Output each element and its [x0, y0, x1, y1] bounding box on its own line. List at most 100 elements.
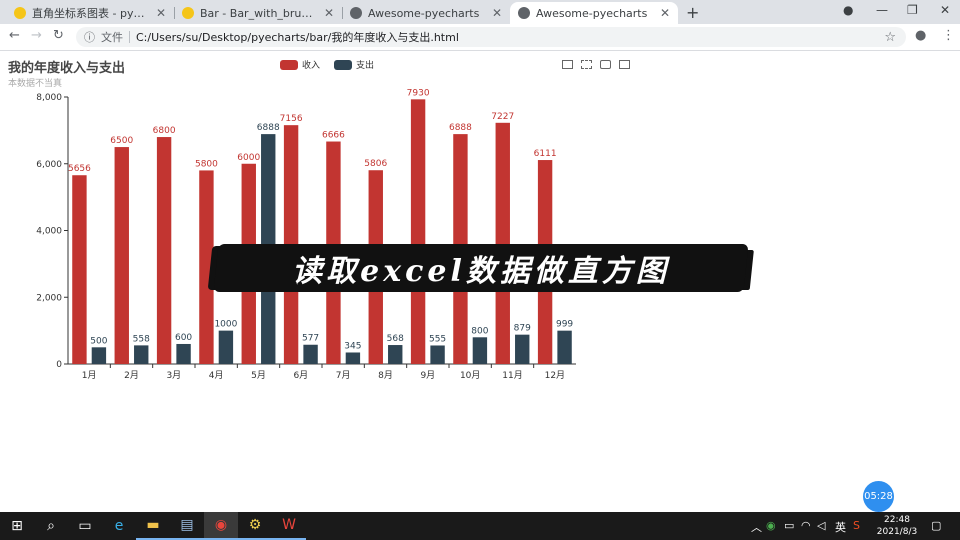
bar-expense	[430, 345, 445, 364]
data-label: 879	[514, 324, 531, 334]
bar-expense	[515, 334, 530, 364]
browser-toolbar: ← → ↻ ⓘ 文件 C:/Users/su/Desktop/pyecharts…	[0, 24, 960, 51]
wps-icon[interactable]: W	[272, 512, 306, 540]
tab-title: Bar - Bar_with_brush - Docume	[200, 6, 318, 20]
bar-expense	[472, 337, 488, 364]
task-view-icon[interactable]: ▭	[68, 512, 102, 540]
sogou-ime-icon[interactable]: S	[853, 519, 860, 532]
divider	[129, 31, 130, 43]
tab-title: 直角坐标系图表 - pyecharts - A	[32, 7, 150, 20]
tab-0[interactable]: 直角坐标系图表 - pyecharts - A ✕	[6, 2, 174, 24]
chrome-icon[interactable]: ◉	[204, 512, 238, 540]
data-label: 6888	[257, 123, 280, 133]
data-label: 558	[133, 334, 150, 344]
close-icon[interactable]: ✕	[156, 6, 166, 20]
minimize-icon[interactable]: —	[876, 3, 888, 17]
windows-start-icon[interactable]: ⊞	[0, 512, 34, 540]
reload-icon[interactable]: ↻	[53, 28, 64, 43]
globe-icon	[350, 7, 362, 19]
bar-income	[410, 99, 426, 365]
x-tick-label: 1月	[82, 370, 97, 381]
scheme-label: 文件	[101, 31, 123, 44]
close-icon[interactable]: ✕	[492, 6, 502, 20]
recording-timer[interactable]: 05:28	[863, 481, 894, 512]
data-label: 568	[387, 334, 404, 344]
y-tick-label: 2,000	[36, 293, 62, 303]
tab-3-active[interactable]: Awesome-pyecharts ✕	[510, 2, 678, 24]
window-close-icon[interactable]: ✕	[940, 3, 950, 17]
data-label: 7156	[280, 114, 303, 124]
bar-income	[199, 170, 214, 364]
pyecharts-favicon-icon	[182, 7, 194, 19]
bar-income	[114, 147, 129, 364]
close-icon[interactable]: ✕	[324, 6, 334, 20]
y-tick-label: 4,000	[36, 227, 62, 237]
data-label: 345	[344, 341, 361, 351]
file-explorer-icon[interactable]: ▬	[136, 512, 170, 540]
tray-device-icon[interactable]: ▭	[784, 519, 794, 532]
forward-arrow-icon[interactable]: →	[31, 28, 42, 43]
x-tick-label: 9月	[420, 370, 435, 381]
data-label: 999	[556, 320, 573, 330]
bar-expense	[388, 345, 403, 364]
bar-expense	[91, 347, 107, 364]
menu-kebab-icon[interactable]: ⋮	[942, 28, 955, 43]
overlay-banner-text: 读取excel数据做直方图	[292, 254, 670, 289]
x-tick-label: 8月	[378, 370, 393, 381]
notification-icon[interactable]: ▢	[931, 519, 941, 532]
data-label: 6666	[322, 131, 345, 141]
tab-strip: 直角坐标系图表 - pyecharts - A ✕ Bar - Bar_with…	[0, 0, 960, 24]
edge-icon[interactable]: e	[102, 512, 136, 540]
pyecharts-favicon-icon	[14, 7, 26, 19]
page-content: 我的年度收入与支出 本数据不当真 收入 支出 0 2,000 4,000 6,000 8…	[0, 51, 960, 512]
data-label: 7930	[407, 88, 430, 98]
data-label: 5806	[364, 159, 387, 169]
python-icon[interactable]: ⚙	[238, 512, 272, 540]
x-tick-label: 5月	[251, 370, 266, 381]
bar-expense	[345, 352, 361, 364]
clock-time: 22:48	[884, 515, 910, 525]
bookmark-star-icon[interactable]: ☆	[884, 30, 896, 45]
wifi-icon[interactable]: ◠	[801, 519, 811, 532]
data-label: 800	[471, 326, 488, 336]
data-label: 6800	[153, 126, 176, 136]
taskbar: ⊞ ⌕ ▭ e ▬ ▤ ◉ ⚙ W ︿ ◉ ▭ ◠ ◁ 英 S 22:48 20…	[0, 512, 960, 540]
x-tick-label: 6月	[293, 370, 308, 381]
account-icon[interactable]: ●	[915, 28, 926, 43]
close-icon[interactable]: ✕	[660, 6, 670, 20]
x-tick-label: 2月	[124, 370, 139, 381]
volume-icon[interactable]: ◁	[817, 519, 825, 532]
url-text[interactable]: C:/Users/su/Desktop/pyecharts/bar/我的年度收入…	[136, 29, 459, 45]
bar-expense	[176, 343, 191, 364]
restore-icon[interactable]: ❐	[907, 3, 918, 17]
x-tick-label: 3月	[166, 370, 181, 381]
ime-language-indicator[interactable]: 英	[835, 519, 846, 535]
tab-title: Awesome-pyecharts	[536, 6, 648, 20]
system-clock[interactable]: 22:48 2021/8/3	[872, 514, 922, 538]
data-label: 577	[302, 334, 319, 344]
back-arrow-icon[interactable]: ←	[9, 28, 20, 43]
bar-income	[156, 137, 172, 364]
clock-date: 2021/8/3	[876, 527, 918, 537]
data-label: 500	[90, 336, 107, 346]
tray-app-icon[interactable]: ◉	[766, 519, 776, 532]
notepad-icon[interactable]: ▤	[170, 512, 204, 540]
y-tick-label: 0	[56, 360, 62, 370]
info-icon[interactable]: ⓘ	[84, 29, 95, 45]
bar-expense	[134, 345, 149, 364]
bar-expense	[557, 330, 572, 364]
y-tick-label: 8,000	[36, 93, 62, 103]
tab-1[interactable]: Bar - Bar_with_brush - Docume ✕	[174, 2, 342, 24]
globe-icon	[518, 7, 530, 19]
tab-title: Awesome-pyecharts	[368, 6, 480, 20]
data-label: 600	[175, 333, 192, 343]
search-icon[interactable]: ⌕	[34, 512, 68, 540]
new-tab-button[interactable]: +	[686, 3, 699, 22]
data-label: 5800	[195, 159, 218, 169]
profile-indicator-icon[interactable]: ●	[843, 3, 853, 17]
tray-chevron-up-icon[interactable]: ︿	[751, 519, 762, 535]
tab-2[interactable]: Awesome-pyecharts ✕	[342, 2, 510, 24]
x-tick-label: 12月	[545, 370, 565, 381]
data-label: 5656	[68, 164, 91, 174]
address-bar[interactable]: ⓘ 文件 C:/Users/su/Desktop/pyecharts/bar/我…	[76, 27, 906, 47]
